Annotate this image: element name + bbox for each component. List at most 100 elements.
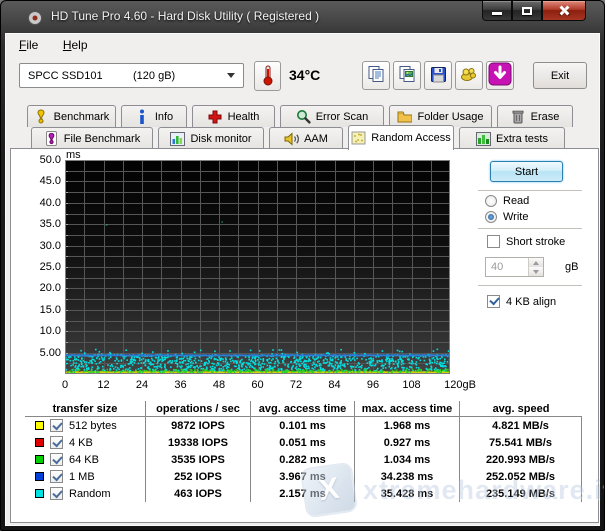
save-icon bbox=[430, 66, 447, 86]
chevron-down-icon bbox=[227, 73, 235, 78]
separator bbox=[478, 285, 582, 286]
toolbar: SPCC SSD101 (120 gB) 34°C Exit bbox=[6, 56, 599, 102]
y-tick-label: 15.0 bbox=[25, 304, 61, 316]
copy-text-button[interactable] bbox=[362, 61, 390, 90]
series-label: 1 MB bbox=[69, 471, 95, 483]
close-icon bbox=[559, 5, 570, 16]
series-checkbox[interactable] bbox=[50, 487, 63, 500]
ops-cell: 463 IOPS bbox=[146, 485, 251, 502]
app-icon bbox=[27, 10, 43, 26]
max-access-cell: 1.034 ms bbox=[355, 451, 460, 468]
menu-help[interactable]: Help bbox=[56, 34, 95, 55]
series-checkbox[interactable] bbox=[50, 453, 63, 466]
tab-disk-monitor[interactable]: Disk monitor bbox=[158, 127, 264, 149]
tab-file-benchmark[interactable]: File Benchmark bbox=[31, 127, 153, 149]
exit-button[interactable]: Exit bbox=[533, 62, 587, 89]
table-row: 4 KB19338 IOPS0.051 ms0.927 ms75.541 MB/… bbox=[25, 434, 582, 451]
short-stroke-checkbox[interactable] bbox=[487, 235, 500, 248]
file-benchmark-icon bbox=[44, 132, 59, 146]
copy-text-icon bbox=[367, 65, 385, 86]
random-access-panel: ms 50.045.040.035.030.025.020.015.010.05… bbox=[10, 148, 599, 523]
tab-info[interactable]: Info bbox=[121, 105, 187, 127]
x-tick-label: 0 bbox=[62, 379, 68, 391]
disk-monitor-icon bbox=[170, 132, 185, 146]
tab-health[interactable]: Health bbox=[192, 105, 275, 127]
tab-label: Random Access bbox=[371, 132, 450, 144]
column-header: transfer size bbox=[25, 401, 146, 416]
align-checkbox[interactable] bbox=[487, 295, 500, 308]
tab-label: Benchmark bbox=[54, 111, 110, 123]
read-radio[interactable] bbox=[485, 195, 497, 207]
erase-icon bbox=[511, 110, 526, 124]
maximize-button[interactable] bbox=[512, 1, 542, 21]
stroke-size-spinner[interactable]: 40 bbox=[485, 257, 544, 277]
folder-usage-icon bbox=[397, 110, 412, 124]
options-button[interactable] bbox=[455, 61, 483, 90]
tab-aam[interactable]: AAM bbox=[269, 127, 343, 149]
transfer-size-cell: Random bbox=[25, 485, 146, 502]
stroke-size-value: 40 bbox=[486, 258, 528, 276]
tab-error-scan[interactable]: Error Scan bbox=[280, 105, 384, 127]
drive-name: SPCC SSD101 bbox=[28, 70, 133, 82]
random-access-icon bbox=[351, 131, 366, 145]
drive-selector[interactable]: SPCC SSD101 (120 gB) bbox=[19, 63, 244, 88]
table-body: 512 bytes9872 IOPS0.101 ms1.968 ms4.821 … bbox=[25, 417, 582, 502]
avg-access-cell: 0.282 ms bbox=[251, 451, 355, 468]
series-label: 64 KB bbox=[69, 454, 99, 466]
align-option: 4 KB align bbox=[487, 295, 556, 308]
minimize-icon bbox=[492, 12, 502, 15]
x-tick-label: 48 bbox=[213, 379, 225, 391]
series-checkbox[interactable] bbox=[50, 419, 63, 432]
menu-file[interactable]: File bbox=[12, 34, 45, 55]
tab-label: Disk monitor bbox=[190, 133, 251, 145]
start-button[interactable]: Start bbox=[490, 161, 563, 182]
maximize-icon bbox=[522, 7, 532, 15]
write-label: Write bbox=[503, 211, 528, 223]
capture-button[interactable] bbox=[486, 61, 514, 90]
ops-cell: 252 IOPS bbox=[146, 468, 251, 485]
tab-label: AAM bbox=[304, 133, 328, 145]
window-title: HD Tune Pro 4.60 - Hard Disk Utility ( R… bbox=[51, 9, 319, 23]
capture-icon bbox=[488, 62, 512, 89]
copy-image-button[interactable] bbox=[393, 61, 421, 90]
ops-cell: 9872 IOPS bbox=[146, 417, 251, 434]
thermometer-icon bbox=[262, 64, 274, 89]
spinner-up-button[interactable] bbox=[529, 258, 543, 267]
avg-access-cell: 3.967 ms bbox=[251, 468, 355, 485]
transfer-size-cell: 1 MB bbox=[25, 468, 146, 485]
avg-access-cell: 2.157 ms bbox=[251, 485, 355, 502]
series-checkbox[interactable] bbox=[50, 470, 63, 483]
titlebar[interactable]: HD Tune Pro 4.60 - Hard Disk Utility ( R… bbox=[1, 1, 604, 33]
close-button[interactable] bbox=[542, 1, 586, 21]
error-scan-icon bbox=[296, 110, 311, 124]
tab-row-2: File Benchmark Disk monitor AAM Random Acce… bbox=[6, 127, 599, 149]
write-option: Write bbox=[485, 211, 528, 223]
y-tick-label: 25.0 bbox=[25, 261, 61, 273]
series-color-swatch bbox=[35, 438, 44, 447]
short-stroke-option: Short stroke bbox=[487, 235, 565, 248]
series-label: 4 KB bbox=[69, 437, 93, 449]
separator bbox=[478, 228, 582, 229]
write-radio[interactable] bbox=[485, 211, 497, 223]
y-tick-label: 40.0 bbox=[25, 197, 61, 209]
column-header: operations / sec bbox=[146, 401, 251, 416]
tab-random-access[interactable]: Random Access bbox=[348, 125, 454, 150]
tab-erase[interactable]: Erase bbox=[497, 105, 573, 127]
table-row: 512 bytes9872 IOPS0.101 ms1.968 ms4.821 … bbox=[25, 417, 582, 434]
results-table: transfer sizeoperations / secavg. access… bbox=[25, 401, 582, 502]
ops-cell: 3535 IOPS bbox=[146, 451, 251, 468]
minimize-button[interactable] bbox=[482, 1, 512, 21]
avg-speed-cell: 235.149 MB/s bbox=[460, 485, 582, 502]
save-button[interactable] bbox=[424, 61, 452, 90]
tab-extra-tests[interactable]: Extra tests bbox=[459, 127, 565, 149]
max-access-cell: 1.968 ms bbox=[355, 417, 460, 434]
tab-folder-usage[interactable]: Folder Usage bbox=[389, 105, 492, 127]
avg-speed-cell: 75.541 MB/s bbox=[460, 434, 582, 451]
temperature-button[interactable] bbox=[254, 61, 281, 91]
avg-access-cell: 0.101 ms bbox=[251, 417, 355, 434]
health-icon bbox=[208, 110, 223, 124]
spinner-down-button[interactable] bbox=[529, 267, 543, 276]
tab-benchmark[interactable]: Benchmark bbox=[27, 105, 116, 127]
x-tick-label: 60 bbox=[251, 379, 263, 391]
series-checkbox[interactable] bbox=[50, 436, 63, 449]
